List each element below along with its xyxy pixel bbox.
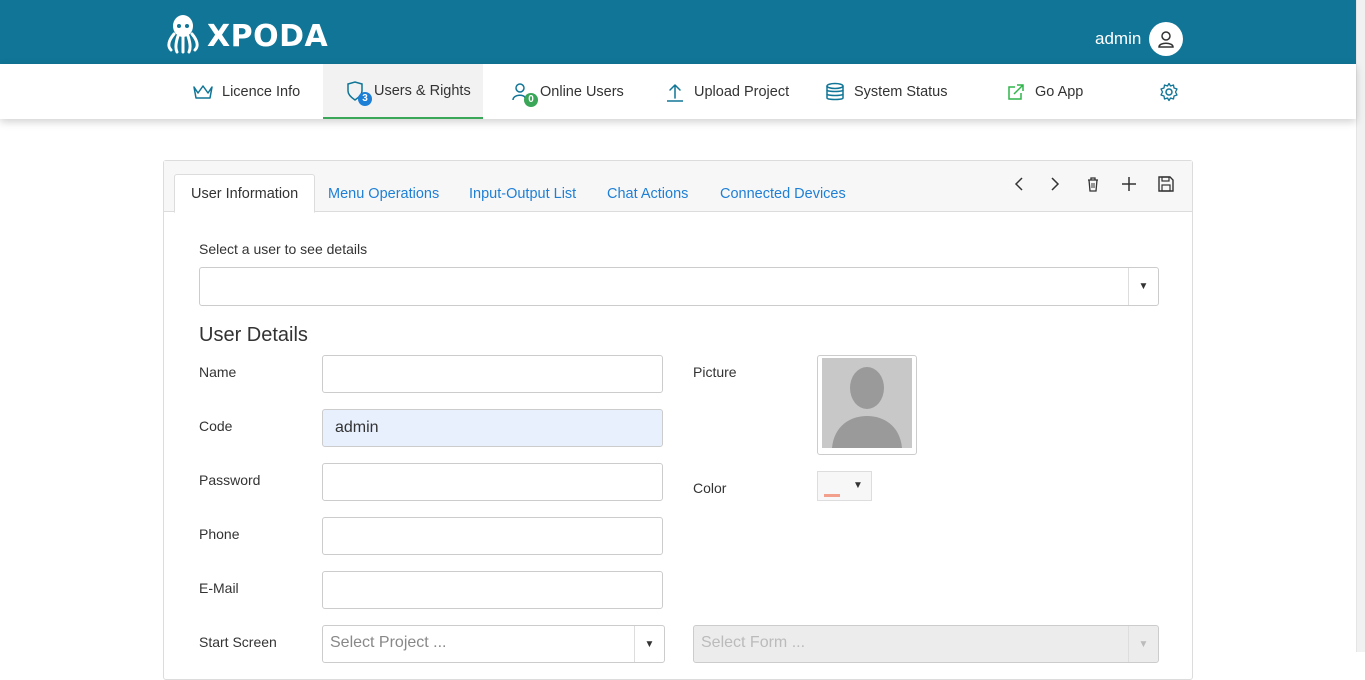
tab-user-information[interactable]: User Information: [174, 174, 316, 213]
database-icon: [824, 81, 846, 103]
start-screen-label: Start Screen: [199, 634, 277, 650]
dropdown-arrow-icon: ▼: [1128, 626, 1158, 662]
password-input[interactable]: [322, 463, 663, 501]
user-select-dropdown[interactable]: ▼: [199, 267, 1159, 306]
user-details-title: User Details: [199, 324, 308, 346]
nav-licence-label: Licence Info: [222, 83, 301, 100]
shield-users-icon: 3: [344, 80, 372, 106]
nav-upload-label: Upload Project: [694, 83, 790, 100]
select-form-placeholder: Select Form ...: [701, 634, 806, 651]
color-swatch: [824, 494, 840, 497]
select-project-placeholder: Select Project ...: [330, 634, 447, 651]
user-panel: User Information Menu Operations Input-O…: [163, 160, 1193, 680]
nav-online-label: Online Users: [540, 83, 624, 100]
tab-menu-operations[interactable]: Menu Operations: [312, 174, 455, 213]
crown-icon: [192, 81, 214, 103]
user-silhouette-icon: [822, 357, 912, 453]
external-link-icon: [1005, 81, 1027, 103]
color-picker[interactable]: ▼: [817, 471, 872, 501]
picture-label: Picture: [693, 364, 737, 380]
top-header-bar: XPODA admin: [0, 0, 1356, 64]
color-label: Color: [693, 480, 727, 496]
nav-system-status[interactable]: System Status: [824, 64, 947, 119]
nav-upload-project[interactable]: Upload Project: [664, 64, 789, 119]
code-input[interactable]: admin: [322, 409, 663, 447]
tab-chat-actions[interactable]: Chat Actions: [591, 174, 704, 213]
code-label: Code: [199, 418, 233, 434]
nav-go-app[interactable]: Go App: [1005, 64, 1083, 119]
online-user-icon: 0: [510, 81, 538, 107]
plus-icon[interactable]: [1118, 173, 1140, 195]
gear-icon: [1158, 81, 1180, 103]
nav-users-label: Users & Rights: [374, 82, 471, 99]
page-scrollbar[interactable]: [1356, 0, 1365, 652]
trash-icon[interactable]: [1082, 173, 1104, 195]
email-label: E-Mail: [199, 580, 239, 596]
octopus-logo-icon: [165, 14, 201, 59]
nav-goapp-label: Go App: [1035, 83, 1084, 100]
phone-label: Phone: [199, 526, 240, 542]
password-label: Password: [199, 472, 261, 488]
email-input[interactable]: [322, 571, 663, 609]
user-name: admin: [1095, 29, 1142, 48]
online-count-badge: 0: [524, 92, 538, 107]
color-dropdown-arrow-icon: ▼: [853, 480, 863, 491]
previous-chevron-icon[interactable]: [1008, 173, 1030, 195]
user-avatar-icon[interactable]: [1149, 22, 1184, 56]
upload-icon: [664, 81, 686, 103]
user-picture[interactable]: [817, 355, 917, 455]
nav-settings[interactable]: [1158, 64, 1188, 119]
nav-online-users[interactable]: 0 Online Users: [510, 64, 624, 119]
select-form-dropdown: Select Form ... ▼: [693, 625, 1159, 663]
nav-users-rights[interactable]: 3 Users & Rights: [323, 64, 483, 119]
brand-name: XPODA: [207, 19, 329, 54]
tab-connected-devices[interactable]: Connected Devices: [704, 174, 862, 213]
brand-logo[interactable]: XPODA: [165, 14, 328, 59]
name-input[interactable]: [322, 355, 663, 393]
user-menu[interactable]: admin: [1095, 22, 1184, 56]
nav-status-label: System Status: [854, 83, 948, 100]
dropdown-arrow-icon: ▼: [1128, 268, 1158, 305]
phone-input[interactable]: [322, 517, 663, 555]
tab-bar: User Information Menu Operations Input-O…: [164, 161, 1192, 213]
users-count-badge: 3: [358, 91, 372, 106]
name-label: Name: [199, 364, 237, 380]
dropdown-arrow-icon: ▼: [634, 626, 664, 662]
save-icon[interactable]: [1155, 173, 1177, 195]
select-project-dropdown[interactable]: Select Project ... ▼: [322, 625, 665, 663]
next-chevron-icon[interactable]: [1044, 173, 1066, 195]
nav-licence-info[interactable]: Licence Info: [192, 64, 300, 119]
tab-input-output-list[interactable]: Input-Output List: [453, 174, 592, 213]
select-user-label: Select a user to see details: [199, 241, 368, 257]
main-navbar: Licence Info 3 Users & Rights 0 Online U…: [0, 64, 1356, 119]
